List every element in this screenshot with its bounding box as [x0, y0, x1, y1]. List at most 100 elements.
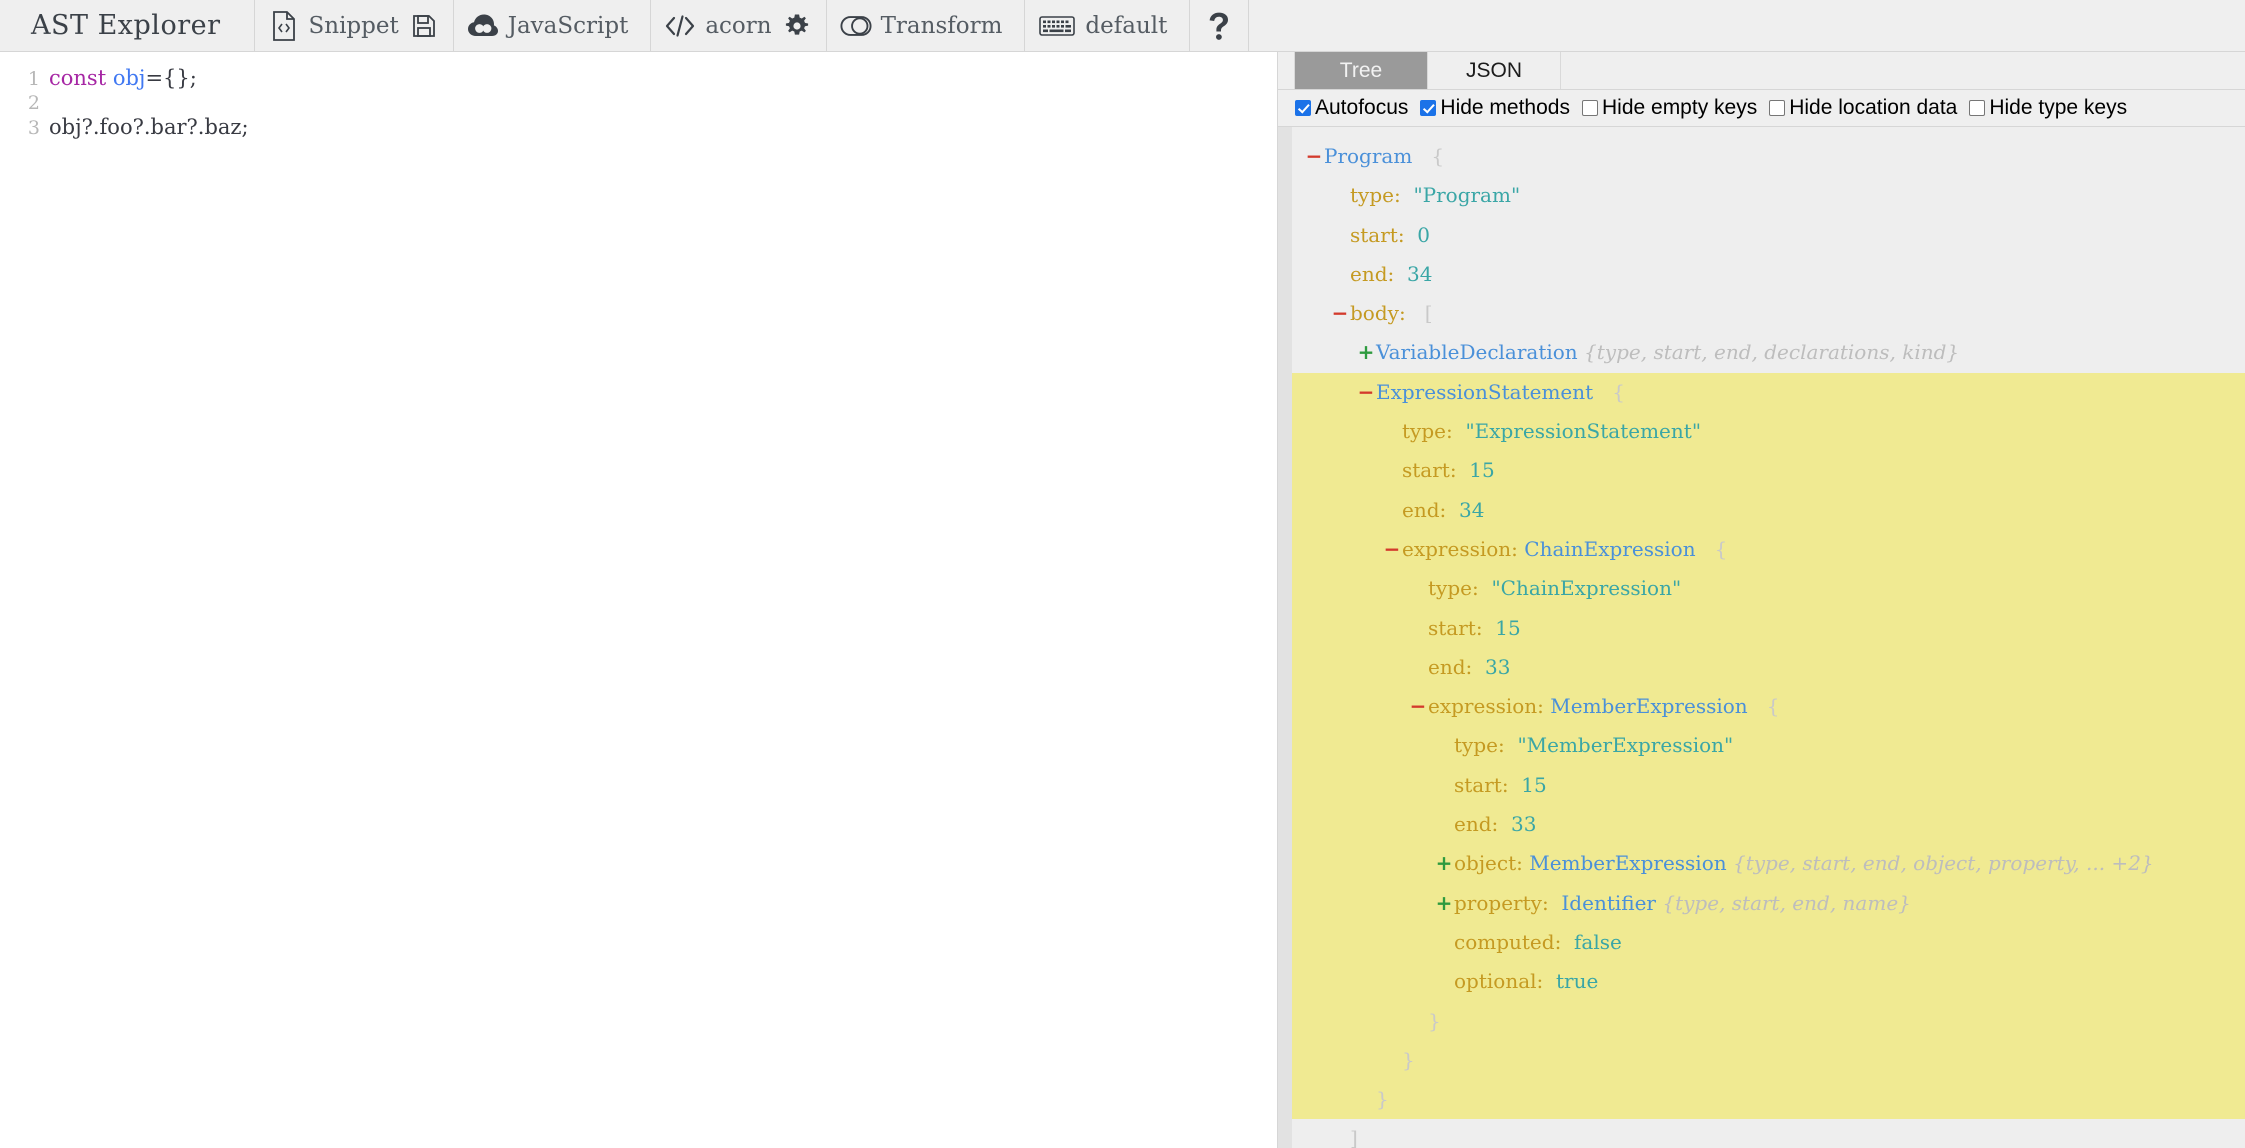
ast-tree-row[interactable]: }: [1292, 1040, 2245, 1081]
toggle-placeholder: [1408, 569, 1428, 608]
expand-toggle-icon[interactable]: +: [1356, 333, 1376, 372]
ast-tree-row[interactable]: start: 15: [1292, 451, 2245, 491]
option-hide-methods[interactable]: Hide methods: [1420, 96, 1570, 120]
ast-tree-row[interactable]: }: [1292, 1080, 2245, 1120]
ast-brace: [1543, 969, 1556, 993]
option-hide-type-keys[interactable]: Hide type keys: [1969, 96, 2127, 120]
ast-tree[interactable]: −Program { type: "Program" start: 0 end:…: [1292, 127, 2245, 1148]
collapse-toggle-icon[interactable]: −: [1382, 530, 1402, 569]
expand-toggle-icon[interactable]: +: [1434, 884, 1454, 923]
ast-tree-scroll[interactable]: −Program { type: "Program" start: 0 end:…: [1278, 127, 2245, 1148]
ast-tree-row[interactable]: −body: [: [1292, 294, 2245, 333]
ast-node-type: MemberExpression: [1529, 851, 1727, 876]
checkbox-icon[interactable]: [1969, 100, 1986, 116]
ast-brace: }: [1402, 1047, 1415, 1072]
ast-tree-row[interactable]: −Program {: [1292, 137, 2245, 176]
option-label: Hide location data: [1789, 96, 1958, 119]
ast-tree-row[interactable]: +VariableDeclaration {type, start, end, …: [1292, 333, 2245, 372]
code-line[interactable]: 1 const obj={};: [0, 66, 1277, 91]
ast-number-value: 15: [1495, 615, 1521, 640]
app-brand: AST Explorer: [0, 0, 255, 51]
question-mark-icon[interactable]: [1203, 10, 1235, 42]
code-editor-pane[interactable]: 1 const obj={}; 2 3 obj?.foo?.bar?.baz;: [0, 52, 1278, 1148]
language-selector[interactable]: JavaScript: [454, 0, 652, 51]
ast-tree-row[interactable]: type: "ExpressionStatement": [1292, 412, 2245, 452]
tab-tree[interactable]: Tree: [1295, 52, 1428, 89]
checkbox-icon[interactable]: [1420, 100, 1437, 116]
ast-tree-row[interactable]: start: 0: [1292, 216, 2245, 255]
ast-node-type: MemberExpression: [1550, 694, 1748, 719]
file-code-icon: [268, 10, 300, 42]
ast-key: property:: [1454, 890, 1549, 915]
parser-label: acorn: [705, 12, 772, 39]
collapse-toggle-icon[interactable]: −: [1408, 687, 1428, 726]
checkbox-icon[interactable]: [1295, 100, 1311, 116]
help-button[interactable]: [1190, 0, 1250, 51]
ast-tree-row[interactable]: ]: [1292, 1119, 2245, 1148]
ast-brace: {: [1714, 536, 1728, 561]
tab-json[interactable]: JSON: [1428, 52, 1561, 89]
ast-collapsed-hint: {type, start, end, object, property, ...…: [1732, 851, 2154, 876]
ast-tree-row[interactable]: +property: Identifier {type, start, end,…: [1292, 883, 2245, 923]
option-hide-empty-keys[interactable]: Hide empty keys: [1581, 96, 1757, 120]
ast-brace: [: [1424, 301, 1433, 326]
option-autofocus[interactable]: Autofocus: [1295, 96, 1408, 120]
toggle-placeholder: [1434, 726, 1454, 765]
gear-icon[interactable]: [781, 10, 813, 42]
ast-string-value: "MemberExpression": [1517, 733, 1734, 758]
toggle-placeholder: [1330, 176, 1350, 215]
ast-number-value: 15: [1469, 458, 1495, 483]
code-editor[interactable]: 1 const obj={}; 2 3 obj?.foo?.bar?.baz;: [0, 52, 1277, 140]
infinity-cloud-icon: [467, 10, 499, 42]
ast-key: start:: [1454, 772, 1509, 797]
code-line[interactable]: 3 obj?.foo?.bar?.baz;: [0, 115, 1277, 140]
checkbox-icon[interactable]: [1769, 100, 1786, 116]
floppy-save-icon[interactable]: [408, 10, 440, 42]
snippet-menu[interactable]: Snippet: [255, 0, 454, 51]
ast-tree-row[interactable]: type: "MemberExpression": [1292, 726, 2245, 766]
ast-string-value: "ChainExpression": [1491, 576, 1682, 601]
transform-selector[interactable]: Transform: [827, 0, 1026, 51]
ast-number-value: 0: [1417, 222, 1431, 247]
code-line[interactable]: 2: [0, 91, 1277, 116]
ast-tree-row[interactable]: optional: true: [1292, 962, 2245, 1002]
ast-brace: [1412, 144, 1431, 168]
ast-tree-row[interactable]: end: 34: [1292, 255, 2245, 294]
ast-tree-row[interactable]: +object: MemberExpression {type, start, …: [1292, 844, 2245, 884]
ast-brace: [1696, 537, 1715, 561]
ast-tree-row[interactable]: start: 15: [1292, 608, 2245, 648]
ast-tree-row[interactable]: −expression: ChainExpression {: [1292, 529, 2245, 570]
ast-tree-row[interactable]: end: 34: [1292, 490, 2245, 530]
ast-tree-row[interactable]: computed: false: [1292, 922, 2245, 963]
collapse-toggle-icon[interactable]: −: [1304, 137, 1324, 176]
ast-tree-row[interactable]: type: "Program": [1292, 176, 2245, 215]
collapse-toggle-icon[interactable]: −: [1330, 294, 1350, 333]
ast-key: object:: [1454, 851, 1523, 876]
keymap-selector[interactable]: default: [1025, 0, 1191, 51]
expand-toggle-icon[interactable]: +: [1434, 844, 1454, 883]
ast-node-type: Program: [1324, 144, 1413, 168]
ast-brace: [1406, 301, 1425, 325]
ast-tree-row[interactable]: −expression: MemberExpression {: [1292, 687, 2245, 727]
tabbar-filler: [1561, 52, 2245, 89]
code-token: ={};: [145, 66, 197, 90]
ast-brace: [1446, 498, 1459, 522]
ast-tree-row[interactable]: end: 33: [1292, 805, 2245, 845]
parser-selector[interactable]: acorn: [651, 0, 827, 51]
collapse-toggle-icon[interactable]: −: [1356, 373, 1376, 412]
option-label: Hide methods: [1440, 96, 1570, 119]
ast-node-type: ExpressionStatement: [1376, 379, 1594, 404]
checkbox-icon[interactable]: [1581, 100, 1598, 116]
ast-brace: {: [1612, 379, 1625, 404]
ast-brace: [1561, 930, 1574, 954]
ast-tree-row[interactable]: end: 33: [1292, 647, 2245, 688]
ast-tree-row[interactable]: }: [1292, 1001, 2245, 1041]
ast-tree-row[interactable]: type: "ChainExpression": [1292, 569, 2245, 609]
ast-tree-row[interactable]: start: 15: [1292, 765, 2245, 806]
ast-tree-row[interactable]: −ExpressionStatement {: [1292, 372, 2245, 413]
ast-node-type: Identifier: [1561, 890, 1656, 915]
ast-brace: [1401, 183, 1414, 207]
option-hide-location-data[interactable]: Hide location data: [1769, 96, 1957, 120]
toggle-switch-icon[interactable]: [840, 10, 872, 42]
toggle-placeholder: [1330, 255, 1350, 294]
